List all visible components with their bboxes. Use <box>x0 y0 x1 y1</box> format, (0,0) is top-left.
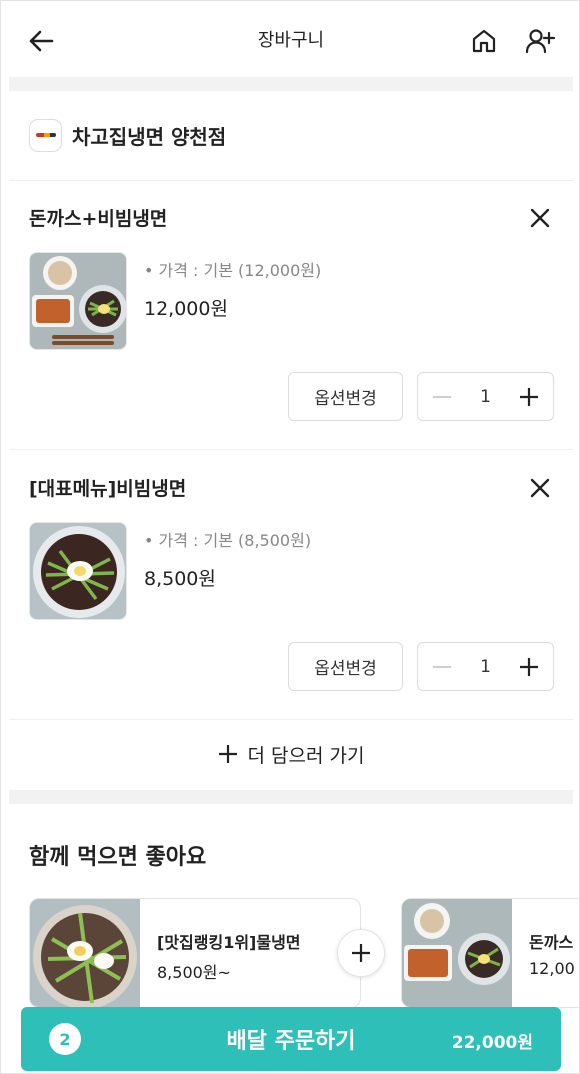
remove-item-button[interactable] <box>525 203 555 233</box>
section-divider <box>9 77 573 91</box>
home-button[interactable] <box>464 21 504 61</box>
recommendations-title: 함께 먹으면 좋아요 <box>29 845 207 870</box>
section-divider <box>9 790 573 804</box>
close-icon <box>530 208 550 228</box>
increase-quantity-button[interactable] <box>505 373 553 420</box>
add-recommendation-button[interactable] <box>337 929 385 977</box>
item-option: • 가격 : 기본 (12,000원) <box>144 261 322 280</box>
top-app-bar: 장바구니 <box>1 1 579 77</box>
item-option: • 가격 : 기본 (8,500원) <box>144 531 312 550</box>
quantity-value: 1 <box>480 386 491 407</box>
home-icon <box>472 29 496 53</box>
store-logo <box>29 118 62 152</box>
order-button[interactable]: 2 배달 주문하기 22,000원 <box>21 1007 561 1071</box>
recommendation-card[interactable]: 돈까스 12,00 <box>401 898 579 1008</box>
back-button[interactable] <box>21 21 61 61</box>
recommendation-card[interactable]: [맛집랭킹1위]물냉면 8,500원~ <box>29 898 361 1008</box>
user-plus-icon <box>525 29 555 54</box>
plus-icon <box>352 944 370 962</box>
minus-icon <box>433 395 451 398</box>
quantity-stepper: 1 <box>417 642 554 691</box>
minus-icon <box>433 665 451 668</box>
change-option-button[interactable]: 옵션변경 <box>288 372 403 421</box>
quantity-stepper: 1 <box>417 372 554 421</box>
remove-item-button[interactable] <box>525 473 555 503</box>
divider <box>9 449 573 450</box>
recommendation-name: 돈까스 <box>529 933 574 952</box>
add-more-button[interactable]: 더 담으러 가기 <box>9 719 573 789</box>
item-price: 12,000원 <box>144 298 228 320</box>
recommendation-price: 12,00 <box>529 959 575 978</box>
add-more-label: 더 담으러 가기 <box>247 744 365 767</box>
recommendation-price: 8,500원~ <box>157 963 231 982</box>
store-row[interactable]: 차고집냉면 양천점 <box>29 117 226 153</box>
divider <box>9 180 573 181</box>
cart-item-name: [대표메뉴]비빔냉면 <box>29 478 187 500</box>
page-title: 장바구니 <box>257 30 325 51</box>
change-option-button[interactable]: 옵션변경 <box>288 642 403 691</box>
item-price: 8,500원 <box>144 568 216 590</box>
arrow-left-icon <box>29 30 54 52</box>
cart-item-name: 돈까스+비빔냉면 <box>29 208 168 230</box>
decrease-quantity-button[interactable] <box>418 643 466 690</box>
plus-icon <box>520 387 538 406</box>
quantity-value: 1 <box>480 656 491 677</box>
store-name: 차고집냉면 양천점 <box>72 124 227 149</box>
food-image <box>29 252 127 350</box>
food-image <box>402 899 512 1007</box>
app-screen: 장바구니 차고집냉면 양천점 돈까스+비빔냉면 • 가격: 기본 (12,00… <box>0 0 580 1074</box>
increase-quantity-button[interactable] <box>505 643 553 690</box>
order-total: 22,000원 <box>451 1033 533 1053</box>
recommendation-name: [맛집랭킹1위]물냉면 <box>157 933 301 952</box>
close-icon <box>530 478 550 498</box>
food-image <box>29 522 127 620</box>
add-user-button[interactable] <box>520 21 560 61</box>
plus-icon <box>520 657 538 676</box>
plus-icon <box>218 745 237 763</box>
food-image <box>30 899 140 1007</box>
decrease-quantity-button[interactable] <box>418 373 466 420</box>
